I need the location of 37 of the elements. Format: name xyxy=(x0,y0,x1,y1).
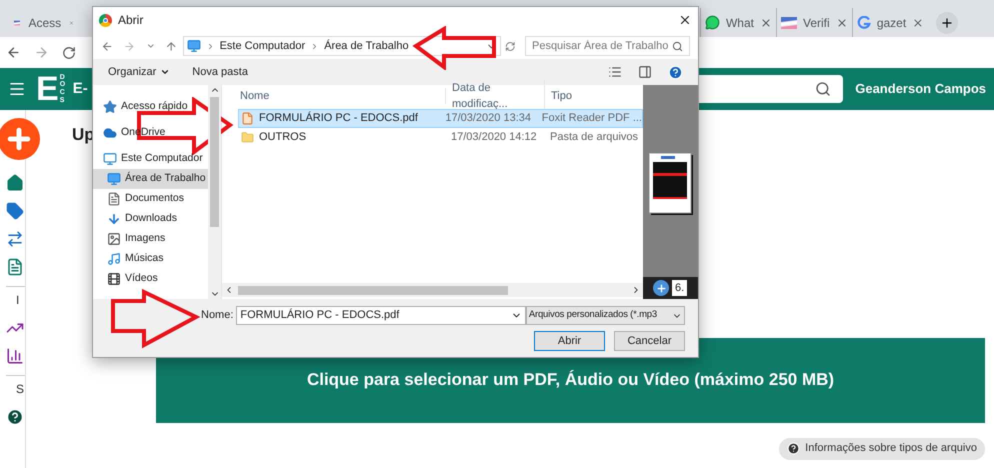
column-header[interactable]: Nome xyxy=(228,88,446,104)
file-name-label: Nome: xyxy=(201,308,234,324)
cancel-button[interactable]: Cancelar xyxy=(614,331,685,351)
nav-item[interactable]: Este Computador xyxy=(93,149,208,169)
nav-item[interactable]: Acesso rápido xyxy=(93,97,208,117)
address-field[interactable]: Este Computador Área de Trabalho xyxy=(182,36,501,56)
nav-item[interactable]: Imagens xyxy=(93,229,208,249)
app-name: E- xyxy=(72,78,88,99)
nav-item[interactable]: Vídeos xyxy=(93,269,208,289)
file-row[interactable]: FORMULÁRIO PC - EDOCS.pdf 17/03/2020 13:34 Foxit Reader PDF ... xyxy=(238,109,643,128)
file-name: OUTROS xyxy=(259,130,306,146)
user-name[interactable]: Geanderson Campos xyxy=(855,79,986,99)
logo-letter: E xyxy=(36,72,59,106)
file-row[interactable]: OUTROS 17/03/2020 14:12 Pasta de arquivos xyxy=(238,128,643,147)
nav-item[interactable]: Documentos xyxy=(93,189,208,209)
section-label: S xyxy=(6,375,25,398)
file-type: Foxit Reader PDF ... xyxy=(540,111,642,126)
file-type-dropdown[interactable]: Arquivos personalizados (*.mp3 xyxy=(526,306,685,325)
column-header[interactable]: Tipo xyxy=(545,88,572,104)
nav-item[interactable]: Área de Trabalho xyxy=(93,169,208,189)
file-date: 17/03/2020 14:12 xyxy=(450,130,538,146)
breadcrumb-item[interactable]: Área de Trabalho xyxy=(324,38,409,54)
nav-item[interactable]: Músicas xyxy=(93,249,208,269)
new-folder-button[interactable]: Nova pasta xyxy=(192,64,248,80)
breadcrumb-item[interactable]: Este Computador xyxy=(220,38,306,54)
organize-menu[interactable]: Organizar xyxy=(108,64,170,80)
file-name: FORMULÁRIO PC - EDOCS.pdf xyxy=(259,110,418,126)
zoom-field[interactable]: 6. xyxy=(672,280,688,296)
nav-item[interactable]: Downloads xyxy=(93,209,208,229)
browser-tab[interactable]: Acess xyxy=(6,8,82,37)
file-name-field[interactable]: FORMULÁRIO PC - EDOCS.pdf xyxy=(236,306,526,325)
file-types-info-button[interactable]: Informações sobre tipos de arquivo xyxy=(779,438,985,460)
section-label: I xyxy=(6,286,25,309)
dialog-title: Abrir xyxy=(118,12,144,29)
file-type: Pasta de arquivos xyxy=(549,130,638,146)
file-date: 17/03/2020 13:34 xyxy=(444,111,532,126)
open-button[interactable]: Abrir xyxy=(534,331,605,351)
